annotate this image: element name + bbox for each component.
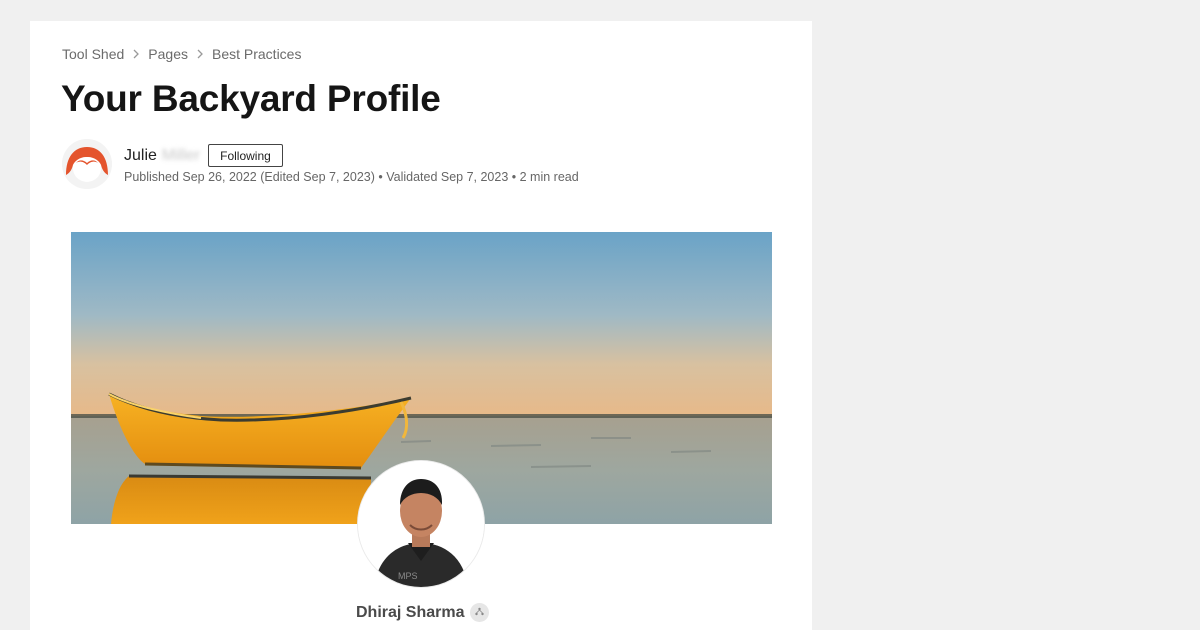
person-photo-icon: MPS	[358, 461, 484, 587]
profile-name[interactable]: Dhiraj Sharma	[356, 604, 464, 622]
breadcrumb: Tool Shed Pages Best Practices	[62, 46, 301, 62]
author-name-wrap: Julie Miller Following	[124, 144, 283, 167]
author-row: Julie Miller Following Published Sep 26,…	[62, 139, 762, 191]
article-card: Tool Shed Pages Best Practices Your Back…	[30, 21, 812, 630]
profile-avatar[interactable]: MPS	[358, 461, 484, 587]
chevron-right-icon	[192, 49, 208, 59]
page-title: Your Backyard Profile	[61, 78, 441, 119]
breadcrumb-item-pages[interactable]: Pages	[148, 46, 188, 62]
breadcrumb-item-best-practices[interactable]: Best Practices	[212, 46, 301, 62]
user-rank-icon	[470, 603, 490, 622]
article-meta: Published Sep 26, 2022 (Edited Sep 7, 20…	[124, 170, 579, 184]
svg-text:MPS: MPS	[398, 571, 418, 581]
author-first-name[interactable]: Julie	[124, 147, 157, 165]
breadcrumb-item-tool-shed[interactable]: Tool Shed	[62, 46, 124, 62]
following-button[interactable]: Following	[208, 144, 283, 167]
avatar-face-icon	[62, 139, 112, 189]
chevron-right-icon	[128, 49, 144, 59]
author-last-name[interactable]: Miller	[162, 147, 200, 165]
profile-name-wrap: Dhiraj Sharma	[356, 603, 490, 622]
author-avatar[interactable]	[62, 139, 112, 189]
